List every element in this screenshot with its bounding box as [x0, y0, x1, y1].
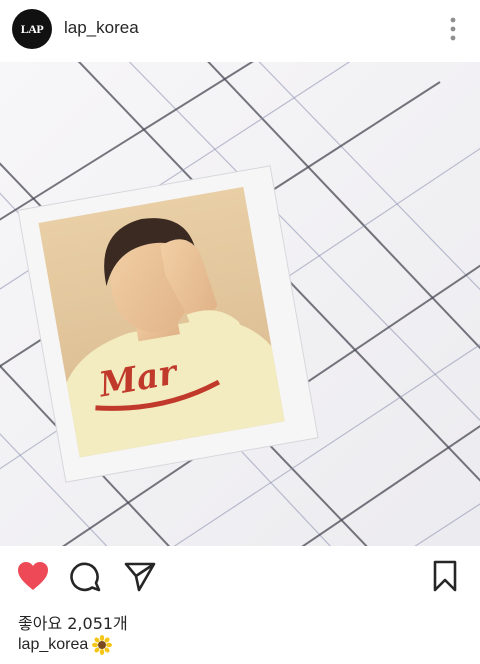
more-options-button[interactable] [446, 16, 460, 42]
post-image[interactable]: Mar [0, 62, 480, 546]
send-icon [124, 562, 156, 592]
post-username[interactable]: lap_korea [64, 18, 139, 38]
post-caption: lap_korea [18, 635, 113, 655]
more-vertical-icon [450, 17, 456, 41]
bookmark-icon [433, 560, 457, 592]
comment-icon [70, 562, 101, 592]
save-button[interactable] [432, 560, 458, 597]
comment-button[interactable] [70, 560, 102, 597]
like-button[interactable] [16, 560, 50, 597]
share-button[interactable] [124, 560, 156, 597]
heart-icon [18, 562, 48, 590]
post-actions-bar [0, 546, 480, 606]
sunflower-icon [92, 635, 113, 655]
likes-count[interactable]: 좋아요 2,051개 [18, 610, 128, 634]
avatar-logo-text: LAP [20, 21, 44, 36]
post-header: LAP lap_korea [0, 0, 480, 62]
post-photo-illustration: Mar [0, 62, 480, 546]
avatar[interactable]: LAP [12, 9, 52, 49]
caption-username[interactable]: lap_korea [18, 636, 88, 654]
